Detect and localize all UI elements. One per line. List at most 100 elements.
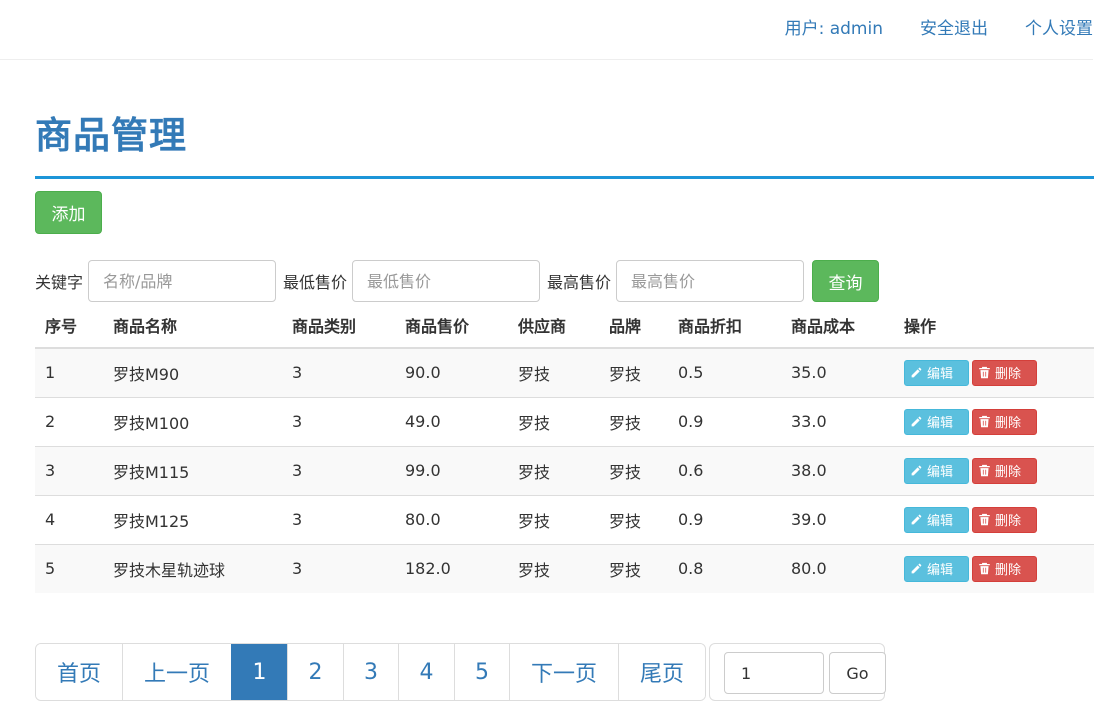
goto-page-button[interactable]: Go (829, 652, 886, 694)
delete-label: 删除 (995, 465, 1022, 480)
edit-button[interactable]: 编辑 (904, 506, 969, 533)
user-menu: 用户: admin 安全退出 个人设置 (748, 14, 1093, 39)
table-cell: 99.0 (395, 445, 508, 495)
add-product-button[interactable]: 添加 (35, 191, 102, 234)
table-cell: 罗技M115 (103, 445, 282, 495)
pencil-icon (910, 366, 923, 379)
max-price-input[interactable] (616, 260, 805, 302)
table-cell: 3 (282, 347, 395, 397)
logout-link[interactable]: 安全退出 (920, 14, 988, 39)
column-header: 商品折扣 (668, 302, 781, 349)
column-header: 商品售价 (395, 302, 508, 349)
table-cell: 4 (35, 494, 103, 544)
table-cell: 罗技 (508, 543, 599, 593)
pencil-icon (910, 415, 923, 428)
edit-button[interactable]: 编辑 (904, 408, 969, 435)
table-cell: 罗技 (599, 543, 668, 593)
pagination: 首页 上一页 1 2 3 4 5 下一页 尾页 (35, 643, 706, 701)
edit-label: 编辑 (927, 465, 954, 480)
page-button-3[interactable]: 3 (343, 644, 398, 700)
table-cell: 罗技 (508, 396, 599, 446)
table-body: 1 罗技M90 3 90.0 罗技 罗技 0.5 35.0 编辑 删除 2 罗技M100 3 49.0 罗技… (35, 347, 1094, 593)
delete-label: 删除 (995, 514, 1022, 529)
table-cell: 0.5 (668, 347, 781, 397)
table-row: 5 罗技木星轨迹球 3 182.0 罗技 罗技 0.8 80.0 编辑 删除 (35, 543, 1094, 593)
prev-page-button[interactable]: 上一页 (122, 644, 231, 700)
table-cell: 39.0 (781, 494, 894, 544)
table-cell: 80.0 (781, 543, 894, 593)
edit-label: 编辑 (927, 416, 954, 431)
pencil-icon (910, 562, 923, 575)
last-page-button[interactable]: 尾页 (618, 644, 705, 700)
top-navbar: 用户: admin 安全退出 个人设置 (0, 0, 1093, 60)
table-cell: 罗技 (599, 494, 668, 544)
table-cell: 罗技 (508, 494, 599, 544)
pencil-icon (910, 513, 923, 526)
table-cell: 182.0 (395, 543, 508, 593)
page-button-1[interactable]: 1 (231, 644, 287, 700)
trash-icon (978, 464, 991, 477)
first-page-button[interactable]: 首页 (36, 644, 122, 700)
delete-button[interactable]: 删除 (972, 408, 1037, 435)
delete-label: 删除 (995, 563, 1022, 579)
table-cell: 罗技木星轨迹球 (103, 543, 282, 593)
table-cell: 罗技 (599, 445, 668, 495)
trash-icon (978, 513, 991, 526)
table-row: 1 罗技M90 3 90.0 罗技 罗技 0.5 35.0 编辑 删除 (35, 347, 1094, 397)
max-price-label: 最高售价 (547, 273, 612, 292)
table-cell: 49.0 (395, 396, 508, 446)
table-cell: 35.0 (781, 347, 894, 397)
delete-button[interactable]: 删除 (972, 555, 1037, 582)
actions-cell: 编辑 删除 (894, 445, 1094, 495)
column-header: 品牌 (599, 302, 668, 349)
search-form: 关键字 最低售价 最高售价 查询 (35, 260, 880, 302)
table-cell: 罗技 (599, 347, 668, 397)
settings-link[interactable]: 个人设置 (1025, 14, 1093, 39)
delete-button[interactable]: 删除 (972, 506, 1037, 533)
table-cell: 0.8 (668, 543, 781, 593)
edit-label: 编辑 (927, 563, 954, 579)
page-title: 商品管理 (35, 114, 187, 157)
table-cell: 3 (282, 445, 395, 495)
table-cell: 罗技M100 (103, 396, 282, 446)
edit-label: 编辑 (927, 514, 954, 529)
next-page-button[interactable]: 下一页 (509, 644, 618, 700)
page-button-4[interactable]: 4 (398, 644, 454, 700)
actions-cell: 编辑 删除 (894, 396, 1094, 446)
trash-icon (978, 366, 991, 379)
table-cell: 0.9 (668, 396, 781, 446)
delete-button[interactable]: 删除 (972, 457, 1037, 484)
current-user-link[interactable]: 用户: admin (785, 14, 883, 39)
delete-button[interactable]: 删除 (972, 359, 1037, 386)
table-cell: 3 (282, 396, 395, 446)
delete-label: 删除 (995, 416, 1022, 431)
edit-button[interactable]: 编辑 (904, 555, 969, 582)
actions-cell: 编辑 删除 (894, 347, 1094, 397)
actions-cell: 编辑 删除 (894, 494, 1094, 544)
table-cell: 3 (282, 543, 395, 593)
column-header: 商品成本 (781, 302, 894, 349)
column-header: 供应商 (508, 302, 599, 349)
goto-page-input[interactable] (724, 652, 824, 694)
table-row: 2 罗技M100 3 49.0 罗技 罗技 0.9 33.0 编辑 删除 (35, 396, 1094, 446)
keyword-input[interactable] (88, 260, 277, 302)
table-cell: 80.0 (395, 494, 508, 544)
table-cell: 5 (35, 543, 103, 593)
table-cell: 33.0 (781, 396, 894, 446)
pencil-icon (910, 464, 923, 477)
edit-button[interactable]: 编辑 (904, 359, 969, 386)
delete-label: 删除 (995, 367, 1022, 383)
column-header: 操作 (894, 302, 1094, 349)
table-cell: 罗技M125 (103, 494, 282, 544)
table-cell: 0.6 (668, 445, 781, 495)
search-button[interactable]: 查询 (812, 260, 880, 302)
min-price-input[interactable] (352, 260, 541, 302)
keyword-label: 关键字 (35, 273, 84, 292)
column-header: 商品名称 (103, 302, 282, 349)
table-cell: 90.0 (395, 347, 508, 397)
table-row: 3 罗技M115 3 99.0 罗技 罗技 0.6 38.0 编辑 删除 (35, 445, 1094, 495)
product-table: 序号 商品名称 商品类别 商品售价 供应商 品牌 商品折扣 商品成本 操作 1罗… (35, 302, 1094, 593)
page-button-5[interactable]: 5 (454, 644, 509, 700)
page-button-2[interactable]: 2 (287, 644, 343, 700)
edit-button[interactable]: 编辑 (904, 457, 969, 484)
